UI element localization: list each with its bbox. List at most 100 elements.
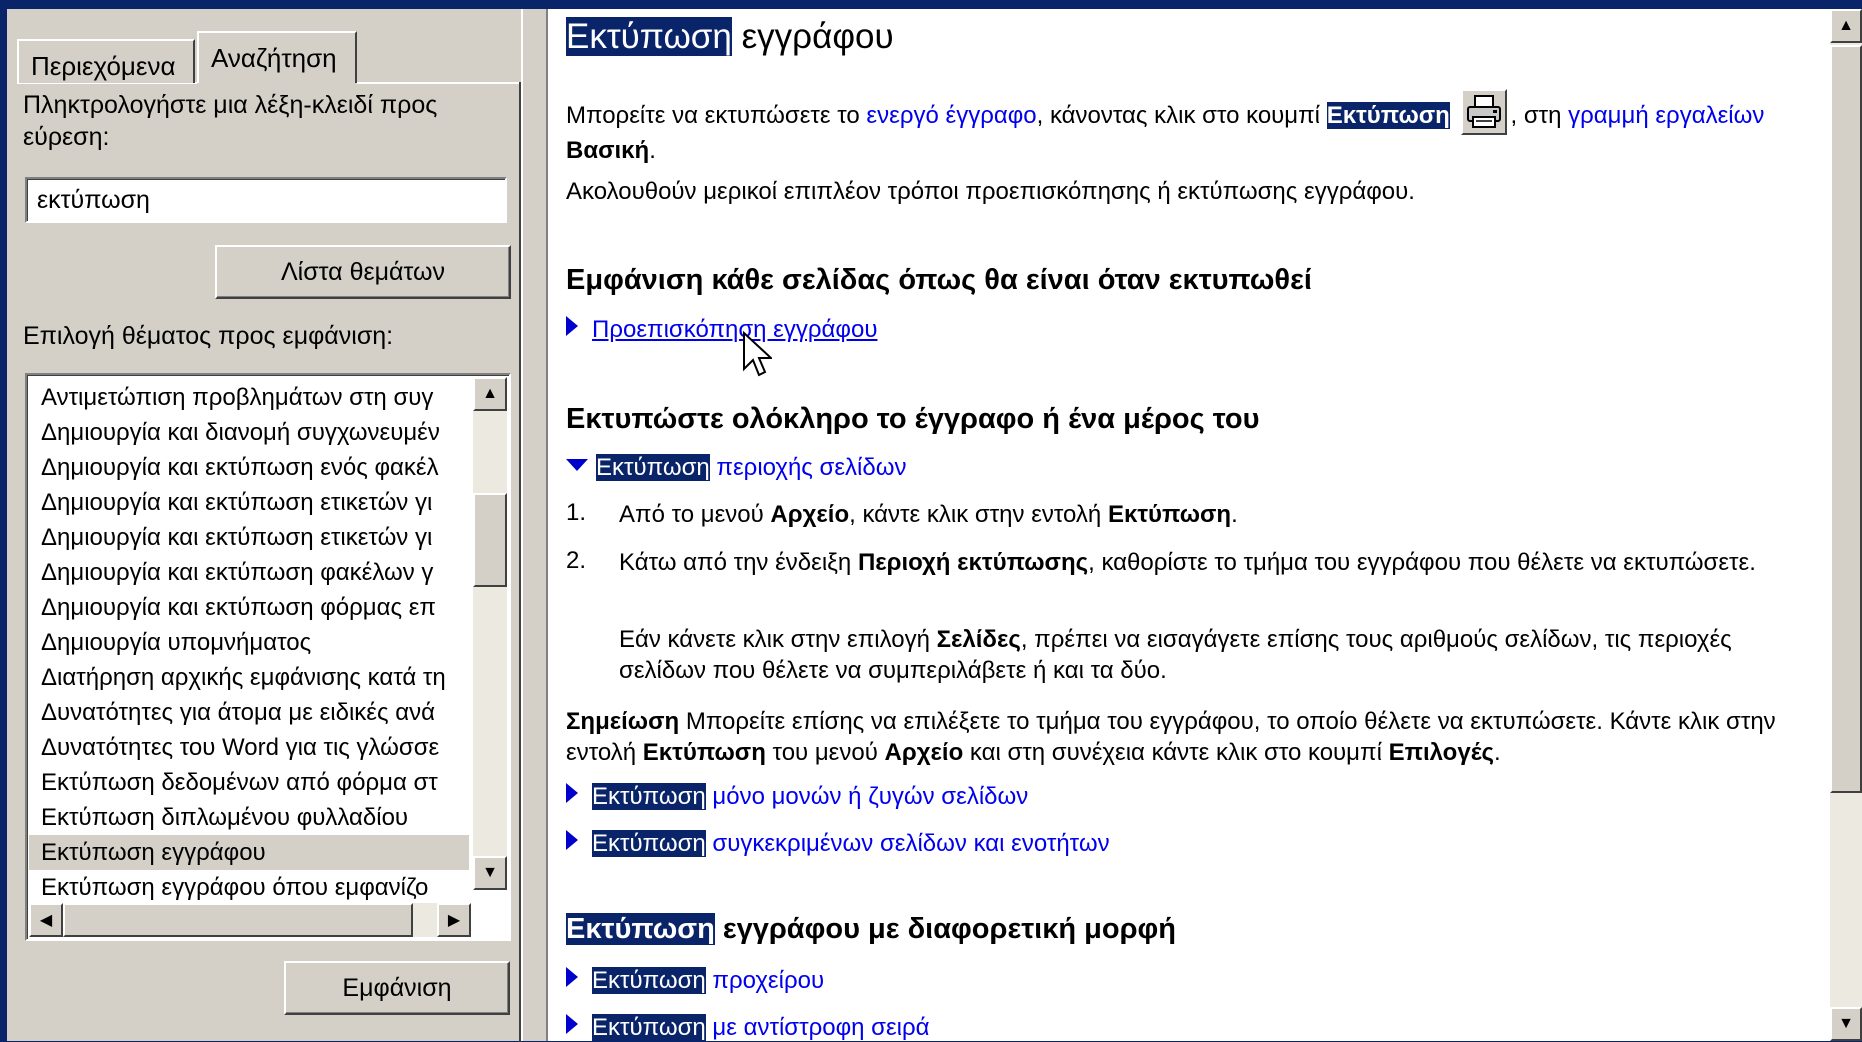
command-name: Εκτύπωση: [1107, 501, 1232, 528]
topic-list-item[interactable]: Δυνατότητες του Word για τις γλώσσε: [29, 730, 469, 765]
tab-search[interactable]: Αναζήτηση: [197, 31, 357, 83]
expand-print-range[interactable]: Εκτύπωση περιοχής σελίδων: [566, 452, 906, 483]
topic-list-item[interactable]: Δημιουργία και εκτύπωση ετικετών γι: [29, 485, 469, 520]
list-topics-button[interactable]: Λίστα θεμάτων: [215, 245, 511, 299]
search-highlight: Εκτύπωση: [592, 830, 706, 857]
topic-list-item[interactable]: Εκτύπωση εγγράφου όπου εμφανίζο: [29, 870, 469, 905]
preview-document-link[interactable]: Προεπισκόπηση εγγράφου: [566, 314, 877, 345]
menu-name: Αρχείο: [770, 501, 850, 528]
step-2-detail: Εάν κάνετε κλικ στην επιλογή Σελίδες, πρ…: [619, 624, 1799, 686]
help-navigation-pane: Περιεχόμενα Αναζήτηση Πληκτρολογήστε μια…: [7, 9, 523, 1042]
expand-link-text[interactable]: συγκεκριμένων σελίδων και ενοτήτων: [706, 830, 1109, 857]
topics-vertical-scrollbar[interactable]: ▲ ▼: [473, 377, 507, 890]
printer-icon: [1460, 89, 1507, 135]
note-text: του μενού: [765, 739, 885, 766]
topic-list-item[interactable]: Εκτύπωση δεδομένων από φόρμα στ: [29, 765, 469, 800]
page-title: Εκτύπωση εγγράφου: [566, 17, 894, 57]
expand-odd-even-pages[interactable]: Εκτύπωση μόνο μονών ή ζυγών σελίδων: [566, 781, 1028, 812]
step-text-part: , καθορίστε το τμήμα του εγγράφου που θέ…: [1088, 549, 1756, 576]
triangle-right-icon: [566, 783, 578, 803]
search-highlight: Εκτύπωση: [566, 913, 715, 945]
page-title-rest: εγγράφου: [731, 17, 894, 56]
triangle-right-icon: [566, 1014, 578, 1034]
topic-list-item[interactable]: Αντιμετώπιση προβλημάτων στη συγ: [29, 380, 469, 415]
search-highlight: Εκτύπωση: [596, 454, 710, 481]
note-text: και στη συνέχεια κάντε κλικ στο κουμπί: [963, 739, 1389, 766]
section-heading-rest: εγγράφου με διαφορετική μορφή: [714, 913, 1177, 945]
note-text: .: [1494, 739, 1501, 766]
search-highlight: Εκτύπωση: [1326, 102, 1450, 129]
keyword-prompt-label: Πληκτρολογήστε μια λέξη-κλειδί προς εύρε…: [23, 91, 438, 151]
expand-reverse-order[interactable]: Εκτύπωση με αντίστροφη σειρά: [566, 1012, 930, 1041]
preview-link-text[interactable]: Προεπισκόπηση εγγράφου: [592, 316, 877, 343]
topic-list-item[interactable]: Δημιουργία και διανομή συγχωνευμέν: [29, 415, 469, 450]
scroll-left-arrow-icon[interactable]: ◀: [29, 903, 63, 937]
topic-list-item[interactable]: Διατήρηση αρχικής εμφάνισης κατά τη: [29, 660, 469, 695]
intro-paragraph: Μπορείτε να εκτυπώσετε το ενεργό έγγραφο…: [566, 89, 1806, 166]
scroll-up-arrow-icon[interactable]: ▲: [473, 377, 507, 411]
mouse-pointer-icon: [743, 331, 772, 377]
topics-items: Αντιμετώπιση προβλημάτων στη συγ Δημιουργ…: [29, 380, 469, 905]
select-topic-label: Επιλογή θέματος προς εμφάνιση:: [23, 322, 394, 350]
search-highlight: Εκτύπωση: [592, 967, 706, 994]
help-topic-content: Εκτύπωση εγγράφου Μπορείτε να εκτυπώσετε…: [548, 9, 1830, 1041]
topic-list-item[interactable]: Εκτύπωση εγγράφου: [29, 835, 469, 870]
intro-text: Μπορείτε να εκτυπώσετε το: [566, 102, 867, 129]
intro-text: , στη: [1510, 102, 1569, 129]
step-text-part: Από το μενού: [619, 501, 771, 528]
step-text-part: Κάτω από την ένδειξη: [619, 549, 858, 576]
topics-horizontal-scrollbar[interactable]: ◀ ▶: [29, 903, 471, 937]
display-button[interactable]: Εμφάνιση: [284, 961, 510, 1015]
expand-link-text[interactable]: μόνο μονών ή ζυγών σελίδων: [706, 783, 1028, 810]
intro-text: .: [649, 137, 656, 164]
note-paragraph: Σημείωση Μπορείτε επίσης να επιλέξετε το…: [566, 706, 1806, 768]
toolbar-link[interactable]: γραμμή εργαλείων: [1568, 102, 1764, 129]
triangle-right-icon: [566, 316, 578, 336]
step-text-part: .: [1231, 501, 1238, 528]
intro-paragraph-2: Ακολουθούν μερικοί επιπλέον τρόποι προεπ…: [566, 178, 1415, 205]
button-name: Επιλογές: [1388, 739, 1494, 766]
step-text-part: , κάντε κλικ στην εντολή: [849, 501, 1108, 528]
topic-list-item[interactable]: Δημιουργία υπομνήματος: [29, 625, 469, 660]
scrollbar-thumb[interactable]: [473, 493, 507, 587]
scroll-right-arrow-icon[interactable]: ▶: [437, 903, 471, 937]
step-text: Από το μενού Αρχείο, κάντε κλικ στην εντ…: [619, 499, 1799, 530]
intro-text: , κάνοντας κλικ στο κουμπί: [1036, 102, 1327, 129]
expand-link-text[interactable]: με αντίστροφη σειρά: [706, 1014, 929, 1041]
scroll-down-arrow-icon[interactable]: ▼: [473, 856, 507, 890]
option-name: Σελίδες: [936, 626, 1021, 653]
topics-listbox[interactable]: Αντιμετώπιση προβλημάτων στη συγ Δημιουργ…: [25, 373, 511, 941]
note-label: Σημείωση: [566, 708, 680, 735]
topic-list-item[interactable]: Δημιουργία και εκτύπωση ετικετών γι: [29, 520, 469, 555]
pane-splitter[interactable]: [521, 9, 548, 1041]
command-name: Εκτύπωση: [642, 739, 766, 766]
expand-print-draft[interactable]: Εκτύπωση προχείρου: [566, 965, 824, 996]
tab-contents[interactable]: Περιεχόμενα: [17, 39, 195, 83]
triangle-down-icon: [566, 459, 588, 471]
topic-list-item[interactable]: Εκτύπωση διπλωμένου φυλλαδίου: [29, 800, 469, 835]
scroll-up-arrow-icon[interactable]: ▲: [1830, 9, 1862, 43]
search-highlight: Εκτύπωση: [592, 1014, 706, 1041]
content-vertical-scrollbar[interactable]: ▲ ▼: [1830, 9, 1862, 1041]
topic-list-item[interactable]: Δημιουργία και εκτύπωση φακέλων γ: [29, 555, 469, 590]
expand-specific-pages[interactable]: Εκτύπωση συγκεκριμένων σελίδων και ενοτή…: [566, 828, 1110, 859]
menu-name: Αρχείο: [884, 739, 964, 766]
standard-toolbar-name: Βασική: [566, 137, 650, 164]
topic-list-item[interactable]: Δημιουργία και εκτύπωση φόρμας επ: [29, 590, 469, 625]
active-document-link[interactable]: ενεργό έγγραφο: [866, 102, 1036, 129]
scrollbar-thumb[interactable]: [1830, 45, 1862, 793]
expand-link-text[interactable]: περιοχής σελίδων: [710, 454, 906, 481]
step-number: 2.: [566, 547, 587, 574]
step-number: 1.: [566, 499, 587, 526]
section-heading-different-format: Εκτύπωση εγγράφου με διαφορετική μορφή: [566, 913, 1176, 946]
list-topics-button-label: Λίστα θεμάτων: [280, 257, 446, 286]
scrollbar-thumb[interactable]: [63, 903, 413, 937]
scroll-down-arrow-icon[interactable]: ▼: [1830, 1007, 1862, 1041]
topic-list-item[interactable]: Δημιουργία και εκτύπωση ενός φακέλ: [29, 450, 469, 485]
triangle-right-icon: [566, 967, 578, 987]
keyword-search-input[interactable]: [25, 177, 507, 223]
section-heading-print-all: Εκτυπώστε ολόκληρο το έγγραφο ή ένα μέρο…: [566, 403, 1260, 435]
expand-link-text[interactable]: προχείρου: [706, 967, 824, 994]
topic-list-item[interactable]: Δυνατότητες για άτομα με ειδικές ανά: [29, 695, 469, 730]
search-highlight: Εκτύπωση: [592, 783, 706, 810]
